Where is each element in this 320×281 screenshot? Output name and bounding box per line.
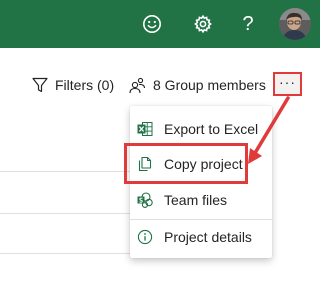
menu-item-label: Team files — [164, 192, 228, 208]
top-app-bar: ? — [0, 0, 320, 48]
sharepoint-icon — [137, 192, 153, 208]
excel-icon — [137, 121, 153, 137]
filter-funnel-icon — [32, 77, 48, 93]
more-options-menu: Export to Excel Copy project Team files — [130, 106, 272, 258]
list-row-divider — [0, 253, 130, 254]
help-glyph: ? — [242, 13, 254, 35]
feedback-smiley-icon[interactable] — [140, 12, 164, 36]
info-icon — [137, 229, 153, 245]
group-members-label: 8 Group members — [153, 77, 266, 93]
list-row-divider — [0, 213, 130, 214]
menu-item-team-files[interactable]: Team files — [130, 182, 272, 218]
copy-icon — [137, 156, 153, 172]
menu-item-label: Export to Excel — [164, 121, 259, 137]
group-members-button[interactable]: 8 Group members — [128, 74, 266, 96]
settings-gear-icon[interactable] — [191, 12, 215, 36]
menu-item-label: Project details — [164, 229, 252, 245]
user-avatar[interactable] — [279, 8, 311, 40]
menu-item-copy-project[interactable]: Copy project — [130, 146, 272, 182]
menu-item-export-to-excel[interactable]: Export to Excel — [130, 111, 272, 147]
more-options-icon: ··· — [279, 73, 296, 90]
menu-item-project-details[interactable]: Project details — [130, 219, 272, 255]
filters-label: Filters (0) — [55, 77, 115, 93]
filters-button[interactable]: Filters (0) — [31, 74, 114, 96]
group-members-icon — [129, 77, 146, 94]
list-row-divider — [0, 171, 130, 172]
menu-item-label: Copy project — [164, 156, 243, 172]
help-icon[interactable]: ? — [236, 12, 260, 36]
more-options-button[interactable]: ··· — [273, 72, 302, 96]
